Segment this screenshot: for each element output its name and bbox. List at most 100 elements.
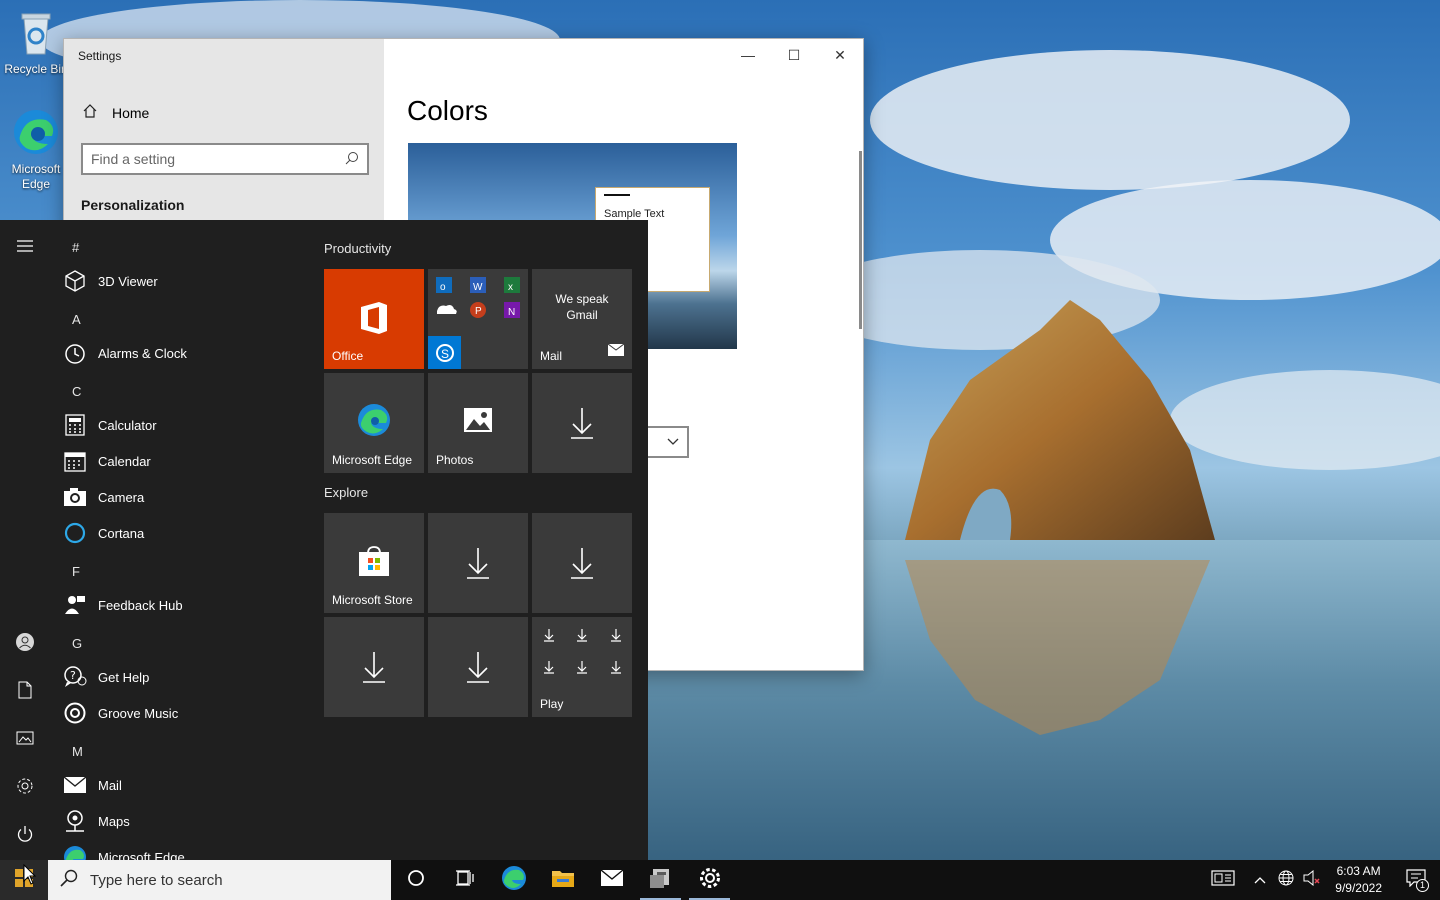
minimize-icon: —: [741, 47, 755, 63]
tile-microsoft-edge[interactable]: Microsoft Edge: [324, 373, 424, 473]
cortana-icon: [407, 869, 425, 892]
taskbar-mail-button[interactable]: [587, 860, 636, 900]
news-icon: [1211, 869, 1235, 891]
edge-icon: [0, 108, 72, 160]
cortana-button[interactable]: [391, 860, 440, 900]
power-icon: [16, 825, 34, 848]
clock[interactable]: 6:03 AM 9/9/2022: [1325, 863, 1392, 897]
start-rail: [0, 220, 50, 860]
close-icon: ✕: [834, 46, 846, 63]
group-letter[interactable]: #: [72, 240, 79, 255]
tile-label: Microsoft Edge: [332, 453, 413, 467]
settings-button[interactable]: [0, 770, 50, 806]
taskbar-settings-button[interactable]: [685, 860, 734, 900]
search-placeholder: Type here to search: [90, 871, 223, 889]
tile-label: Mail: [540, 349, 563, 363]
user-icon: [15, 632, 35, 657]
minimize-button[interactable]: —: [725, 39, 771, 71]
office-icon: [324, 301, 424, 335]
tile-photos[interactable]: Photos: [428, 373, 528, 473]
svg-text:W: W: [473, 282, 483, 293]
taskbar-file-explorer-button[interactable]: [538, 860, 587, 900]
tile-download[interactable]: [324, 617, 424, 717]
svg-text:S: S: [441, 347, 449, 361]
tile-download[interactable]: [532, 513, 632, 613]
tile-office[interactable]: Office: [324, 269, 424, 369]
group-letter[interactable]: F: [72, 564, 80, 579]
search-placeholder: Find a setting: [91, 151, 176, 167]
account-button[interactable]: [0, 626, 50, 662]
show-hidden-icons-button[interactable]: [1247, 860, 1273, 900]
tile-label: Office: [332, 349, 364, 363]
search-icon: [60, 869, 78, 891]
settings-home-link[interactable]: Home: [82, 103, 149, 122]
tile-download[interactable]: [532, 373, 632, 473]
tile-download[interactable]: [428, 513, 528, 613]
group-letter[interactable]: C: [72, 384, 81, 399]
expand-button[interactable]: [0, 230, 50, 266]
documents-icon: [18, 681, 32, 704]
tile-office-apps-folder[interactable]: o W x P N S: [428, 269, 528, 369]
app-label: Groove Music: [98, 705, 179, 721]
app-maps[interactable]: Maps: [62, 805, 130, 837]
app-mail[interactable]: Mail: [62, 769, 122, 801]
app-groove-music[interactable]: Groove Music: [62, 697, 178, 729]
tile-group-title[interactable]: Productivity: [324, 241, 391, 256]
camera-icon: [62, 484, 88, 510]
tile-download[interactable]: [428, 617, 528, 717]
group-letter[interactable]: G: [72, 636, 82, 651]
download-folder-icon: [532, 629, 632, 691]
scrollbar[interactable]: [859, 151, 862, 329]
desktop-icon-microsoft-edge[interactable]: Microsoft Edge: [0, 108, 72, 192]
task-view-button[interactable]: [440, 860, 489, 900]
svg-text:P: P: [475, 306, 482, 317]
tile-label: Photos: [436, 453, 474, 467]
app-feedback-hub[interactable]: Feedback Hub: [62, 589, 183, 621]
news-button[interactable]: [1199, 860, 1247, 900]
app-icon: [649, 867, 673, 894]
app-get-help[interactable]: ? Get Help: [62, 661, 149, 693]
svg-text:o: o: [440, 282, 446, 293]
power-button[interactable]: [0, 818, 50, 854]
tile-group-title[interactable]: Explore: [324, 485, 368, 500]
maximize-button[interactable]: ☐: [771, 39, 817, 71]
tile-play-folder[interactable]: Play: [532, 617, 632, 717]
group-letter[interactable]: M: [72, 744, 83, 759]
find-setting-input[interactable]: Find a setting: [81, 143, 369, 175]
app-3d-viewer[interactable]: 3D Viewer: [62, 265, 158, 297]
close-button[interactable]: ✕: [817, 39, 863, 71]
taskbar-search-box[interactable]: Type here to search: [48, 860, 391, 900]
app-cortana[interactable]: Cortana: [62, 517, 144, 549]
group-letter[interactable]: A: [72, 312, 81, 327]
documents-button[interactable]: [0, 674, 50, 710]
file-explorer-icon: [551, 868, 575, 893]
notifications-button[interactable]: 1: [1392, 860, 1440, 900]
edge-icon: [324, 403, 424, 437]
network-icon: [1278, 870, 1294, 891]
taskbar-edge-button[interactable]: [489, 860, 538, 900]
app-camera[interactable]: Camera: [62, 481, 144, 513]
network-button[interactable]: [1273, 860, 1299, 900]
tile-microsoft-store[interactable]: Microsoft Store: [324, 513, 424, 613]
volume-button[interactable]: [1299, 860, 1325, 900]
mail-icon: [62, 772, 88, 798]
sample-text: Sample Text: [604, 208, 665, 220]
app-label: Calculator: [98, 417, 157, 433]
calculator-icon: [62, 412, 88, 438]
task-view-icon: [455, 869, 475, 891]
taskbar-app-button[interactable]: [636, 860, 685, 900]
svg-text:N: N: [508, 307, 515, 318]
desktop-icon-recycle-bin[interactable]: Recycle Bin: [0, 8, 72, 77]
app-calendar[interactable]: Calendar: [62, 445, 151, 477]
svg-text:?: ?: [70, 669, 76, 682]
volume-muted-icon: [1303, 869, 1321, 891]
app-calculator[interactable]: Calculator: [62, 409, 157, 441]
page-title: Colors: [407, 95, 488, 126]
tile-mail[interactable]: We speak Gmail Mail: [532, 269, 632, 369]
tile-label: Microsoft Store: [332, 593, 413, 607]
app-label: Mail: [98, 777, 122, 793]
app-alarms-clock[interactable]: Alarms & Clock: [62, 337, 187, 369]
app-microsoft-edge[interactable]: Microsoft Edge: [62, 841, 185, 860]
pictures-button[interactable]: [0, 722, 50, 758]
mail-tile-text: We speak Gmail: [555, 292, 609, 322]
